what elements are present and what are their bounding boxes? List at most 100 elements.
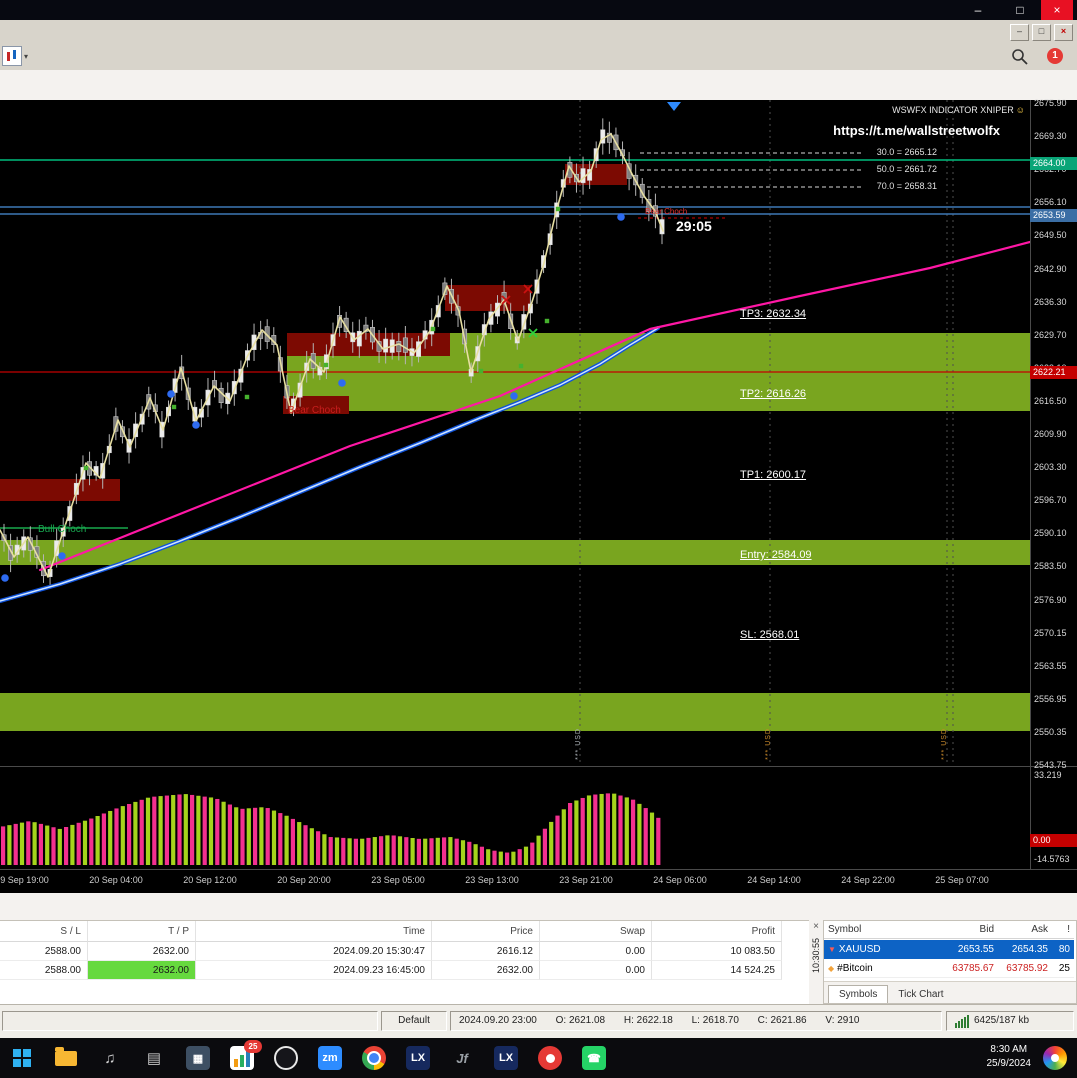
price-badge: 2653.59: [1030, 209, 1077, 222]
status-high: H: 2622.18: [624, 1015, 673, 1026]
trade-cell: 14 524.25: [652, 961, 782, 980]
trade-cell: 0.00: [540, 961, 652, 980]
toolbar-spacer: [0, 70, 1077, 100]
trade-cell: 2632.00: [432, 961, 540, 980]
spread-cell: 80: [1052, 940, 1074, 959]
status-open: O: 2621.08: [556, 1015, 605, 1026]
taskbar: ♫ ▤ ▦ 25 zm LX Jf LX ☎ 8:30 AM 25/9/2024: [0, 1038, 1077, 1078]
symbol-icon: ◆: [828, 964, 834, 973]
whatsapp-icon[interactable]: ☎: [580, 1044, 608, 1072]
price-scale-label: 2629.70: [1034, 330, 1067, 340]
price-badge: 2622.21: [1030, 366, 1077, 379]
price-chart-canvas[interactable]: [0, 100, 1030, 765]
price-scale-label: 2636.30: [1034, 297, 1067, 307]
market-watch-panel: SymbolBidAsk!▼XAUUSD2653.552654.3580◆#Bi…: [823, 920, 1077, 1004]
window-maximize-button[interactable]: □: [999, 0, 1041, 20]
time-axis[interactable]: 19 Sep 19:0020 Sep 04:0020 Sep 12:0020 S…: [0, 871, 1030, 893]
status-bar-time: 2024.09.20 23:00: [459, 1015, 537, 1026]
trade-row[interactable]: 2588.002632.002024.09.20 15:30:472616.12…: [0, 942, 809, 961]
pane-separator-2[interactable]: [0, 869, 1077, 870]
clock-time: 8:30 AM: [987, 1043, 1032, 1057]
lx2-icon[interactable]: LX: [492, 1044, 520, 1072]
column-header: Ask: [998, 921, 1052, 939]
symbol-row[interactable]: ◆#Bitcoin63785.6763785.9225: [824, 959, 1076, 978]
indicator-canvas[interactable]: [0, 768, 1030, 868]
status-volume: V: 2910: [825, 1015, 859, 1026]
column-header: Profit: [652, 921, 782, 942]
notification-badge[interactable]: 1: [1047, 48, 1063, 64]
printer-icon[interactable]: ▤: [140, 1044, 168, 1072]
time-scale-label: 20 Sep 12:00: [173, 875, 247, 885]
time-scale-label: 24 Sep 22:00: [831, 875, 905, 885]
symbol-row[interactable]: ▼XAUUSD2653.552654.3580: [824, 940, 1076, 959]
chart-minimize-button[interactable]: –: [1010, 24, 1029, 41]
chart-restore-button[interactable]: □: [1032, 24, 1051, 41]
price-scale-label: 2583.50: [1034, 561, 1067, 571]
symbol-icon: ▼: [828, 945, 836, 954]
taskbar-clock[interactable]: 8:30 AM 25/9/2024: [987, 1043, 1032, 1071]
column-header: S / L: [0, 921, 88, 942]
lx-icon[interactable]: LX: [404, 1044, 432, 1072]
price-axis[interactable]: 2675.902669.302662.702656.102649.502642.…: [1032, 100, 1077, 766]
tp3-label: TP3: 2632.34: [740, 308, 806, 320]
obs-icon[interactable]: [272, 1044, 300, 1072]
trade-cell: 10 083.50: [652, 942, 782, 961]
chart-type-button[interactable]: ▾: [2, 46, 28, 66]
tick-time-label: 10:30:55: [811, 938, 821, 973]
record-icon[interactable]: [536, 1044, 564, 1072]
trade-cell: 0.00: [540, 942, 652, 961]
screen: – □ × – □ × ▾ 1 WSWFX INDICATOR XNIPER☺: [0, 0, 1077, 1078]
candle-countdown: 29:05: [676, 218, 712, 234]
column-header: !: [1052, 921, 1074, 939]
unread-count-badge: 25: [244, 1040, 262, 1053]
tray-app-icon[interactable]: [1043, 1046, 1067, 1070]
zoom-icon[interactable]: zm: [316, 1044, 344, 1072]
chart-window[interactable]: WSWFX INDICATOR XNIPER☺ https://t.me/wal…: [0, 100, 1077, 893]
jf-icon[interactable]: Jf: [448, 1044, 476, 1072]
start-button[interactable]: [8, 1044, 36, 1072]
time-scale-label: 24 Sep 14:00: [737, 875, 811, 885]
status-profile[interactable]: Default: [381, 1011, 447, 1031]
bear-choch-label: Bear Choch: [288, 405, 341, 416]
tab-tick-chart[interactable]: Tick Chart: [888, 986, 953, 1003]
price-scale-label: 2603.30: [1034, 462, 1067, 472]
chart-close-button[interactable]: ×: [1054, 24, 1073, 41]
ask-cell: 2654.35: [998, 940, 1052, 959]
menu-bar: – □ ×: [0, 20, 1077, 44]
close-panel-button[interactable]: ×: [809, 920, 823, 934]
usd-session-marker: *** USD: [941, 728, 948, 760]
price-scale-label: 2642.90: [1034, 264, 1067, 274]
price-scale-label: 2616.50: [1034, 396, 1067, 406]
price-scale-label: 2590.10: [1034, 528, 1067, 538]
status-empty-segment: [2, 1011, 378, 1031]
price-scale-label: 2550.35: [1034, 727, 1067, 737]
bid-cell: 2653.55: [934, 940, 998, 959]
window-minimize-button[interactable]: –: [957, 0, 999, 20]
price-scale-label: 2556.95: [1034, 694, 1067, 704]
column-header: Symbol: [824, 921, 934, 939]
tp2-label: TP2: 2616.26: [740, 388, 806, 400]
ask-cell: 63785.92: [998, 959, 1052, 978]
spread-cell: 25: [1052, 959, 1074, 978]
tab-symbols[interactable]: Symbols: [828, 985, 888, 1003]
chrome-icon[interactable]: [360, 1044, 388, 1072]
terminal-trade-panel: S / LT / PTimePriceSwapProfit2588.002632…: [0, 920, 809, 1005]
folder-icon[interactable]: [52, 1044, 80, 1072]
usd-session-marker: *** USD: [575, 728, 582, 760]
trade-cell: 2588.00: [0, 961, 88, 980]
indicator-watermark: WSWFX INDICATOR XNIPER☺: [892, 105, 1025, 115]
indicator-scale-label: -14.5763: [1034, 854, 1070, 864]
trade-row[interactable]: 2588.002632.002024.09.23 16:45:002632.00…: [0, 961, 809, 980]
window-close-button[interactable]: ×: [1041, 0, 1073, 20]
signal-bars-icon: [955, 1015, 969, 1028]
traffic-label: 6425/187 kb: [974, 1012, 1029, 1030]
metatrader-icon[interactable]: 25: [228, 1044, 256, 1072]
audio-icon[interactable]: ♫: [96, 1044, 124, 1072]
window-titlebar: – □ ×: [0, 0, 1077, 20]
calculator-icon[interactable]: ▦: [184, 1044, 212, 1072]
search-icon[interactable]: [1011, 48, 1029, 66]
price-badge: 2664.00: [1030, 157, 1077, 170]
fib-level-30: 30.0 = 2665.12: [877, 147, 937, 157]
price-scale-label: 2609.90: [1034, 429, 1067, 439]
pane-separator[interactable]: [0, 766, 1077, 767]
